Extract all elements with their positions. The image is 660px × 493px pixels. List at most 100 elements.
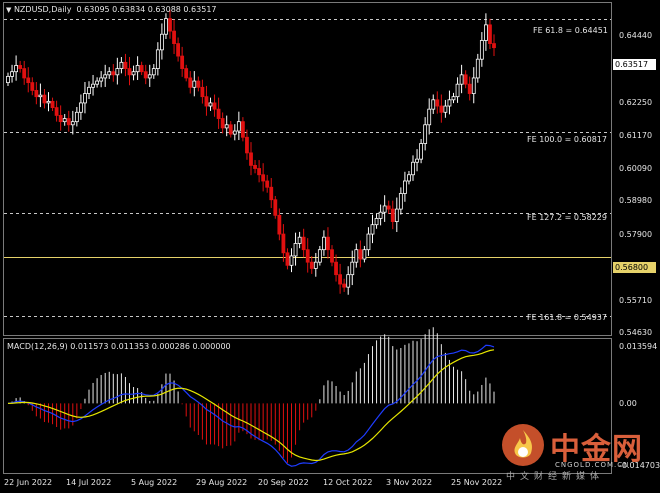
bull-candle: [346, 274, 351, 288]
bear-candle: [334, 261, 338, 276]
bull-candle: [447, 99, 452, 107]
bull-candle: [83, 93, 87, 104]
bull-candle: [317, 249, 322, 263]
bull-candle: [321, 236, 326, 251]
bull-candle: [103, 74, 108, 79]
bull-candle: [443, 105, 448, 113]
bull-candle: [6, 75, 10, 84]
price-tick: 0.64440: [619, 31, 653, 40]
bull-candle: [313, 261, 318, 269]
bear-candle: [435, 99, 440, 107]
price-tick: 0.54630: [619, 328, 653, 337]
watermark: 中金网 CNGOLD.COM.CN 中文财经新媒体: [500, 420, 660, 482]
bear-candle: [390, 208, 395, 222]
bull-candle: [208, 102, 213, 107]
date-tick: 22 Jun 2022: [4, 478, 53, 487]
bear-candle: [463, 74, 468, 85]
bear-candle: [228, 124, 233, 135]
bull-candle: [224, 124, 229, 129]
bull-candle: [159, 33, 164, 51]
price-tick: 0.57900: [619, 230, 653, 239]
bull-candle: [70, 121, 75, 126]
bull-candle: [382, 205, 387, 213]
fib-label-61-8: FE 61.8 = 0.64451: [533, 26, 608, 35]
bear-candle: [143, 71, 148, 79]
bear-candle: [358, 249, 363, 260]
bear-candle: [168, 18, 172, 32]
bear-candle: [338, 274, 343, 285]
bear-candle: [301, 236, 306, 251]
bear-candle: [309, 261, 314, 269]
date-tick: 14 Jul 2022: [66, 478, 112, 487]
date-tick: 5 Aug 2022: [131, 478, 178, 487]
bull-candle: [398, 193, 403, 210]
bear-candle: [42, 94, 47, 104]
bull-candle: [95, 80, 99, 85]
date-tick: 25 Nov 2022: [451, 478, 503, 487]
bear-candle: [265, 180, 270, 188]
fib-label-127-2: FE 127.2 = 0.58229: [527, 213, 607, 222]
bull-candle: [459, 74, 464, 85]
bear-candle: [249, 152, 253, 166]
bear-candle: [273, 199, 278, 216]
bear-candle: [220, 118, 225, 129]
bull-candle: [354, 249, 359, 263]
macd-tick-max: 0.013594: [619, 342, 658, 351]
bear-candle: [196, 80, 201, 88]
bull-candle: [471, 77, 476, 94]
bull-candle: [402, 180, 407, 194]
bear-candle: [281, 233, 286, 254]
bull-candle: [293, 243, 298, 257]
bear-candle: [492, 43, 496, 49]
bull-candle: [107, 71, 112, 76]
bull-candle: [362, 249, 367, 260]
bear-candle: [212, 102, 217, 110]
bear-candle: [245, 136, 249, 154]
bear-candle: [253, 164, 257, 169]
macd-header: MACD(12,26,9) 0.011573 0.011353 0.000286…: [7, 342, 231, 351]
date-tick: 12 Oct 2022: [323, 478, 373, 487]
bull-candle: [451, 96, 456, 101]
bull-candle: [427, 108, 432, 126]
bull-candle: [411, 161, 415, 176]
bear-candle: [200, 86, 205, 98]
bear-candle: [269, 186, 274, 201]
bear-candle: [66, 118, 71, 126]
bull-candle: [62, 118, 67, 123]
bear-candle: [326, 236, 330, 251]
bull-candle: [164, 18, 168, 35]
bull-candle: [115, 68, 120, 76]
bear-candle: [342, 283, 347, 288]
price-tick: 0.62250: [619, 98, 653, 107]
bull-candle: [378, 211, 383, 219]
bear-candle: [240, 121, 245, 138]
bull-candle: [14, 65, 19, 73]
bull-candle: [147, 74, 152, 79]
bull-candle: [455, 83, 460, 98]
bear-candle: [176, 43, 181, 57]
bull-candle: [155, 49, 160, 69]
price-tick: 0.58980: [619, 196, 653, 205]
bull-candle: [131, 71, 136, 76]
price-tick: 0.61170: [619, 131, 653, 140]
bull-candle: [297, 236, 302, 244]
bear-candle: [184, 68, 189, 79]
watermark-url: CNGOLD.COM.CN: [555, 461, 630, 469]
chart-terminal[interactable]: ▼ NZDUSD,Daily 0.63095 0.63834 0.63088 0…: [0, 0, 660, 493]
bull-candle: [74, 111, 79, 123]
bull-candle: [366, 233, 371, 251]
date-tick: 20 Sep 2022: [258, 478, 309, 487]
bear-candle: [127, 68, 132, 76]
bear-candle: [386, 205, 391, 210]
bear-candle: [216, 108, 221, 119]
bull-candle: [394, 208, 399, 222]
bear-candle: [488, 24, 492, 44]
bull-candle: [423, 124, 428, 144]
bear-candle: [30, 82, 35, 91]
bull-candle: [87, 86, 91, 94]
date-tick: 3 Nov 2022: [386, 478, 433, 487]
bull-candle: [10, 71, 14, 77]
bear-candle: [188, 77, 193, 88]
bear-candle: [22, 68, 27, 79]
bear-candle: [257, 168, 262, 176]
